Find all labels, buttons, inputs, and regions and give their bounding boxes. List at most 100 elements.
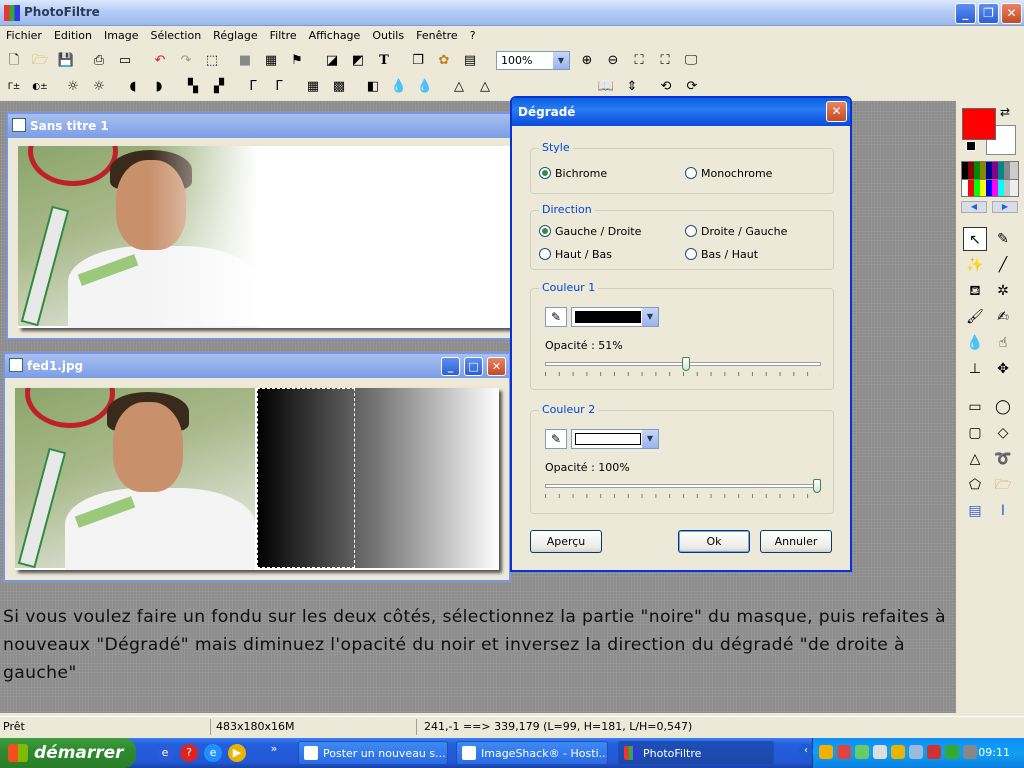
dialog-titlebar[interactable]: Dégradé ✕ — [512, 98, 850, 126]
preview-button[interactable]: Aperçu — [530, 530, 602, 553]
slider-thumb[interactable] — [813, 479, 821, 493]
eyedropper-icon[interactable]: ✎ — [545, 307, 567, 327]
triangle-icon-a[interactable]: △ — [450, 78, 468, 96]
tray-icon-5[interactable] — [891, 745, 905, 759]
swap-colors-icon[interactable]: ⇄ — [1000, 105, 1010, 119]
minimize-button[interactable]: _ — [441, 357, 460, 376]
new-file-icon[interactable]: 🗋 — [5, 52, 23, 70]
text-tool-icon[interactable]: T — [375, 52, 393, 70]
slider-thumb[interactable] — [681, 357, 690, 371]
fit-image-icon[interactable]: ⛶ — [630, 52, 648, 70]
mirror-icon[interactable]: ◧ — [364, 78, 382, 96]
save-icon[interactable]: 💾 — [57, 52, 75, 70]
menu-affichage[interactable]: Affichage — [303, 26, 367, 42]
eyedropper-icon[interactable]: ✎ — [545, 429, 567, 449]
menu-filtre[interactable]: Filtre — [264, 26, 303, 42]
flip-icon[interactable]: ⇕ — [623, 78, 641, 96]
color-palette-grid-bright[interactable] — [961, 179, 1019, 197]
auto-levels-icon[interactable]: Γ± — [5, 78, 23, 96]
menu-selection[interactable]: Sélection — [144, 26, 207, 42]
task-poster[interactable]: Poster un nouveau s... — [298, 741, 448, 765]
brush-icon[interactable]: 🖌 — [963, 305, 987, 329]
spray-icon[interactable]: ✲ — [991, 279, 1015, 303]
menu-help[interactable]: ? — [464, 26, 482, 42]
menu-fenetre[interactable]: Fenêtre — [410, 26, 464, 42]
chevron-down-icon[interactable]: ▼ — [642, 430, 658, 448]
default-colors-icon[interactable] — [966, 141, 976, 151]
maximize-button[interactable]: □ — [464, 357, 483, 376]
zoom-in-icon[interactable]: ⊕ — [578, 52, 596, 70]
line-tool-icon[interactable]: ╱ — [991, 253, 1015, 277]
gamma-up-icon[interactable]: Γ — [270, 78, 288, 96]
eyedropper-tool-icon[interactable]: ✎ — [991, 227, 1015, 251]
gamma-down-icon[interactable]: Γ — [244, 78, 262, 96]
cancel-button[interactable]: Annuler — [760, 530, 832, 553]
transform-icon[interactable]: ⚑ — [288, 52, 306, 70]
task-imageshack[interactable]: ImageShack® - Hosti... — [456, 741, 608, 765]
tray-icon-4[interactable] — [873, 745, 887, 759]
radio-left-right[interactable]: Gauche / Droite — [539, 225, 641, 238]
brightness-up-icon[interactable]: ☼ — [90, 78, 108, 96]
internet-explorer-icon[interactable]: e — [204, 744, 222, 762]
undo-icon[interactable]: ↶ — [151, 52, 169, 70]
palette-prev-icon[interactable]: ◀ — [961, 201, 987, 213]
auto-contrast-icon[interactable]: ◐± — [31, 78, 49, 96]
magic-wand-icon[interactable]: ✨ — [963, 253, 987, 277]
monitor-icon[interactable]: 🖵 — [682, 52, 700, 70]
triangle-icon-b[interactable]: △ — [476, 78, 494, 96]
browser-icon[interactable]: e — [156, 744, 174, 762]
tray-icon-2[interactable] — [837, 745, 851, 759]
close-button[interactable]: ✕ — [1001, 3, 1022, 24]
drop-icon-b[interactable]: 💧 — [416, 78, 434, 96]
media-icon[interactable]: ▶ — [228, 744, 246, 762]
close-button[interactable]: ✕ — [487, 357, 506, 376]
select-all-icon[interactable]: ⬚ — [203, 52, 221, 70]
open-folder-icon[interactable]: 🗁 — [31, 52, 49, 70]
color2-select[interactable]: ▼ — [571, 429, 659, 449]
saturation-up-icon[interactable]: ▞ — [210, 78, 228, 96]
plugin-icon[interactable]: ✿ — [435, 52, 453, 70]
advanced-brush-icon[interactable]: ✍ — [991, 305, 1015, 329]
menu-reglage[interactable]: Réglage — [207, 26, 263, 42]
fill-bucket-icon[interactable]: ⛾ — [963, 279, 987, 303]
start-button[interactable]: démarrer — [0, 738, 136, 768]
window-icon[interactable]: ▤ — [461, 52, 479, 70]
blur-drop-icon[interactable]: 💧 — [963, 331, 987, 355]
radio-top-bottom[interactable]: Haut / Bas — [539, 248, 612, 261]
triangle-select-icon[interactable]: △ — [963, 447, 987, 471]
menu-outils[interactable]: Outils — [366, 26, 410, 42]
invert-selection-icon[interactable]: ▤ — [963, 499, 987, 523]
dialog-close-button[interactable]: ✕ — [826, 101, 847, 122]
color-picker-grid-icon[interactable]: ▦ — [262, 52, 280, 70]
grid-icon-b[interactable]: ▩ — [330, 78, 348, 96]
restore-button[interactable]: ❐ — [978, 3, 999, 24]
brightness-down-icon[interactable]: ☼ — [64, 78, 82, 96]
menu-fichier[interactable]: Fichier — [0, 26, 48, 42]
rectangle-select-icon[interactable]: ▭ — [963, 395, 987, 419]
tray-icon-6[interactable] — [909, 745, 923, 759]
print-icon[interactable]: ⎙ — [90, 52, 108, 70]
book-icon[interactable]: 📖 — [597, 78, 615, 96]
scanner-icon[interactable]: ▭ — [116, 52, 134, 70]
filter-icon-b[interactable]: ◩ — [349, 52, 367, 70]
chevron-down-icon[interactable]: ▼ — [642, 308, 658, 326]
foreground-color-swatch[interactable] — [962, 108, 996, 140]
color1-select[interactable]: ▼ — [571, 307, 659, 327]
lasso-icon[interactable]: ➰ — [991, 447, 1015, 471]
radio-monochrome[interactable]: Monochrome — [685, 167, 772, 180]
stamp-icon[interactable]: ⊥ — [963, 357, 987, 381]
contrast-down-icon[interactable]: ◖ — [124, 78, 142, 96]
canvas-sans-titre[interactable] — [18, 146, 518, 328]
menu-edition[interactable]: Edition — [48, 26, 98, 42]
color2-opacity-slider[interactable] — [545, 479, 821, 503]
menu-image[interactable]: Image — [98, 26, 144, 42]
redo-icon[interactable]: ↷ — [177, 52, 195, 70]
canvas-fed1[interactable] — [15, 388, 499, 570]
zoom-select[interactable]: 100% ▼ — [496, 51, 570, 70]
radio-bichrome[interactable]: Bichrome — [539, 167, 607, 180]
move-icon[interactable]: ✥ — [991, 357, 1015, 381]
network-icon[interactable] — [945, 745, 959, 759]
drop-icon-a[interactable]: 💧 — [390, 78, 408, 96]
quicklaunch-more-icon[interactable]: » — [265, 740, 283, 758]
radio-right-left[interactable]: Droite / Gauche — [685, 225, 787, 238]
